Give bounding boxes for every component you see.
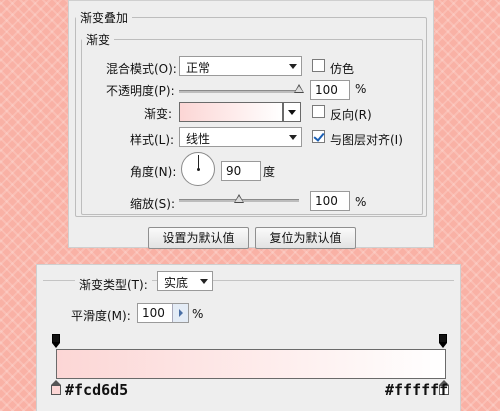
chevron-down-icon [289, 64, 297, 69]
gradient-preview-swatch[interactable] [179, 102, 283, 122]
section-title: 渐变叠加 [80, 11, 129, 25]
opacity-unit: % [355, 82, 367, 96]
opacity-slider-track[interactable] [179, 90, 299, 93]
opacity-stop-icon[interactable] [439, 334, 447, 348]
gradient-editor-panel: 渐变类型(T): 实底 平滑度(M): 100 % #fcd6d5 #fffff… [36, 264, 461, 411]
gradient-bar[interactable] [56, 349, 446, 379]
gradient-type-value: 实底 [164, 276, 189, 290]
group-title: 渐变 [86, 33, 111, 47]
blend-mode-value: 正常 [186, 61, 211, 75]
scale-label: 缩放(S): [130, 197, 176, 211]
chevron-down-icon [288, 110, 296, 115]
chevron-down-icon [289, 135, 297, 140]
gradient-picker-button[interactable] [283, 102, 301, 122]
angle-input[interactable]: 90 [221, 161, 261, 181]
gradient-overlay-panel: 渐变叠加 渐变 混合模式(O): 正常 仿色 不透明度(P): 100 % 渐变… [68, 0, 434, 249]
smoothness-unit: % [192, 307, 204, 321]
smoothness-value: 100 [142, 306, 165, 320]
reverse-label: 反向(R) [330, 108, 372, 122]
angle-center [197, 168, 200, 171]
end-color-hex: #ffffff [385, 381, 449, 399]
style-value: 线性 [186, 132, 211, 146]
angle-label: 角度(N): [130, 165, 177, 179]
gradient-type-label: 渐变类型(T): [75, 276, 152, 293]
reverse-checkbox[interactable] [312, 105, 325, 118]
angle-dial-icon[interactable] [181, 152, 215, 186]
scale-input[interactable]: 100 [310, 191, 350, 211]
opacity-stop-icon[interactable] [52, 334, 60, 348]
opacity-label: 不透明度(P): [106, 84, 175, 98]
opacity-stop-tip [52, 343, 60, 348]
opacity-input[interactable]: 100 [310, 80, 350, 100]
align-with-layer-label: 与图层对齐(I) [330, 133, 403, 147]
angle-unit: 度 [263, 165, 276, 179]
start-color-hex: #fcd6d5 [65, 381, 129, 399]
dither-checkbox[interactable] [312, 59, 325, 72]
color-stop-swatch [51, 385, 61, 395]
opacity-stop-body [52, 334, 60, 343]
opacity-stop-tip [439, 343, 447, 348]
gradient-label: 渐变: [144, 107, 173, 121]
reset-default-button[interactable]: 复位为默认值 [255, 227, 356, 249]
style-label: 样式(L): [130, 133, 175, 147]
scale-slider-thumb[interactable] [234, 194, 244, 203]
dither-label: 仿色 [330, 62, 355, 76]
align-with-layer-checkbox[interactable] [312, 130, 325, 143]
blend-mode-label: 混合模式(O): [106, 62, 177, 76]
opacity-slider-thumb[interactable] [294, 84, 304, 93]
make-default-button[interactable]: 设置为默认值 [148, 227, 249, 249]
smoothness-input[interactable]: 100 [137, 303, 189, 323]
color-stop-icon[interactable] [51, 380, 61, 395]
opacity-stop-body [439, 334, 447, 343]
chevron-right-icon [179, 309, 183, 317]
gradient-type-select[interactable]: 实底 [157, 271, 213, 291]
scale-unit: % [355, 195, 367, 209]
stepper-arrow-icon[interactable] [172, 304, 188, 322]
smoothness-label: 平滑度(M): [71, 309, 131, 323]
blend-mode-select[interactable]: 正常 [179, 56, 302, 76]
style-select[interactable]: 线性 [179, 127, 302, 147]
chevron-down-icon [200, 279, 208, 284]
